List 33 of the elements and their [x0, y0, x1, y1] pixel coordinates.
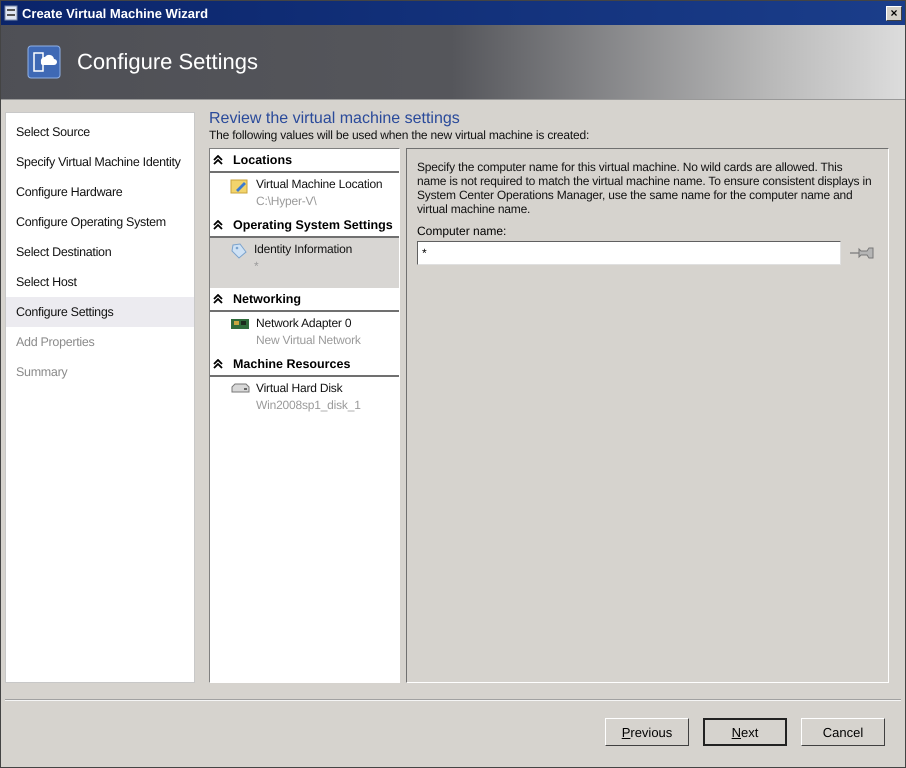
server-cloud-icon: [27, 45, 61, 79]
settings-item[interactable]: Identity Information *: [210, 238, 399, 288]
field-label: Computer name:: [417, 224, 508, 238]
computer-name-field[interactable]: *: [417, 241, 841, 265]
pin-icon[interactable]: [849, 247, 875, 259]
wizard-button[interactable]: Previous: [605, 718, 689, 746]
network-card-icon: [230, 316, 250, 332]
description-text: Specify the computer name for this virtual machine. No wild cards are allowed. This name is not required to match the virtual machine name. To ensure consistent displays in System Center Operations Manager, use the same name for the computer name and virtual machine name.: [417, 160, 872, 216]
folder-icon: [230, 177, 250, 195]
setting-value: *: [254, 259, 260, 273]
wizard-step[interactable]: Specify Virtual Machine Identity: [6, 147, 194, 177]
setting-name: Identity Information: [254, 242, 352, 256]
wizard-button[interactable]: Cancel: [801, 718, 885, 746]
section-heading: Review the virtual machine settings: [209, 110, 461, 128]
section-subtitle: The following values will be used when the new virtual machine is created:: [209, 128, 590, 142]
setting-value: New Virtual Network: [256, 333, 361, 347]
wizard-step[interactable]: Select Destination: [6, 237, 194, 267]
wizard-step[interactable]: Select Source: [6, 117, 194, 147]
setting-name: Virtual Hard Disk: [256, 381, 344, 395]
setting-name: Network Adapter 0: [256, 316, 352, 330]
tag-icon: [230, 242, 248, 260]
window-title: Create Virtual Machine Wizard: [22, 6, 210, 20]
app-icon: [4, 5, 18, 21]
wizard-button[interactable]: Next: [703, 718, 787, 746]
wizard-step[interactable]: Configure Hardware: [6, 177, 194, 207]
page-title: Configure Settings: [77, 49, 258, 75]
setting-value: C:\Hyper-V\: [256, 194, 318, 208]
setting-name: Virtual Machine Location: [256, 177, 382, 191]
setting-value: Win2008sp1_disk_1: [256, 398, 361, 412]
wizard-step[interactable]: Configure Settings: [6, 297, 194, 327]
wizard-step[interactable]: Select Host: [6, 267, 194, 297]
close-button[interactable]: ×: [886, 6, 902, 20]
wizard-step[interactable]: Configure Operating System: [6, 207, 194, 237]
